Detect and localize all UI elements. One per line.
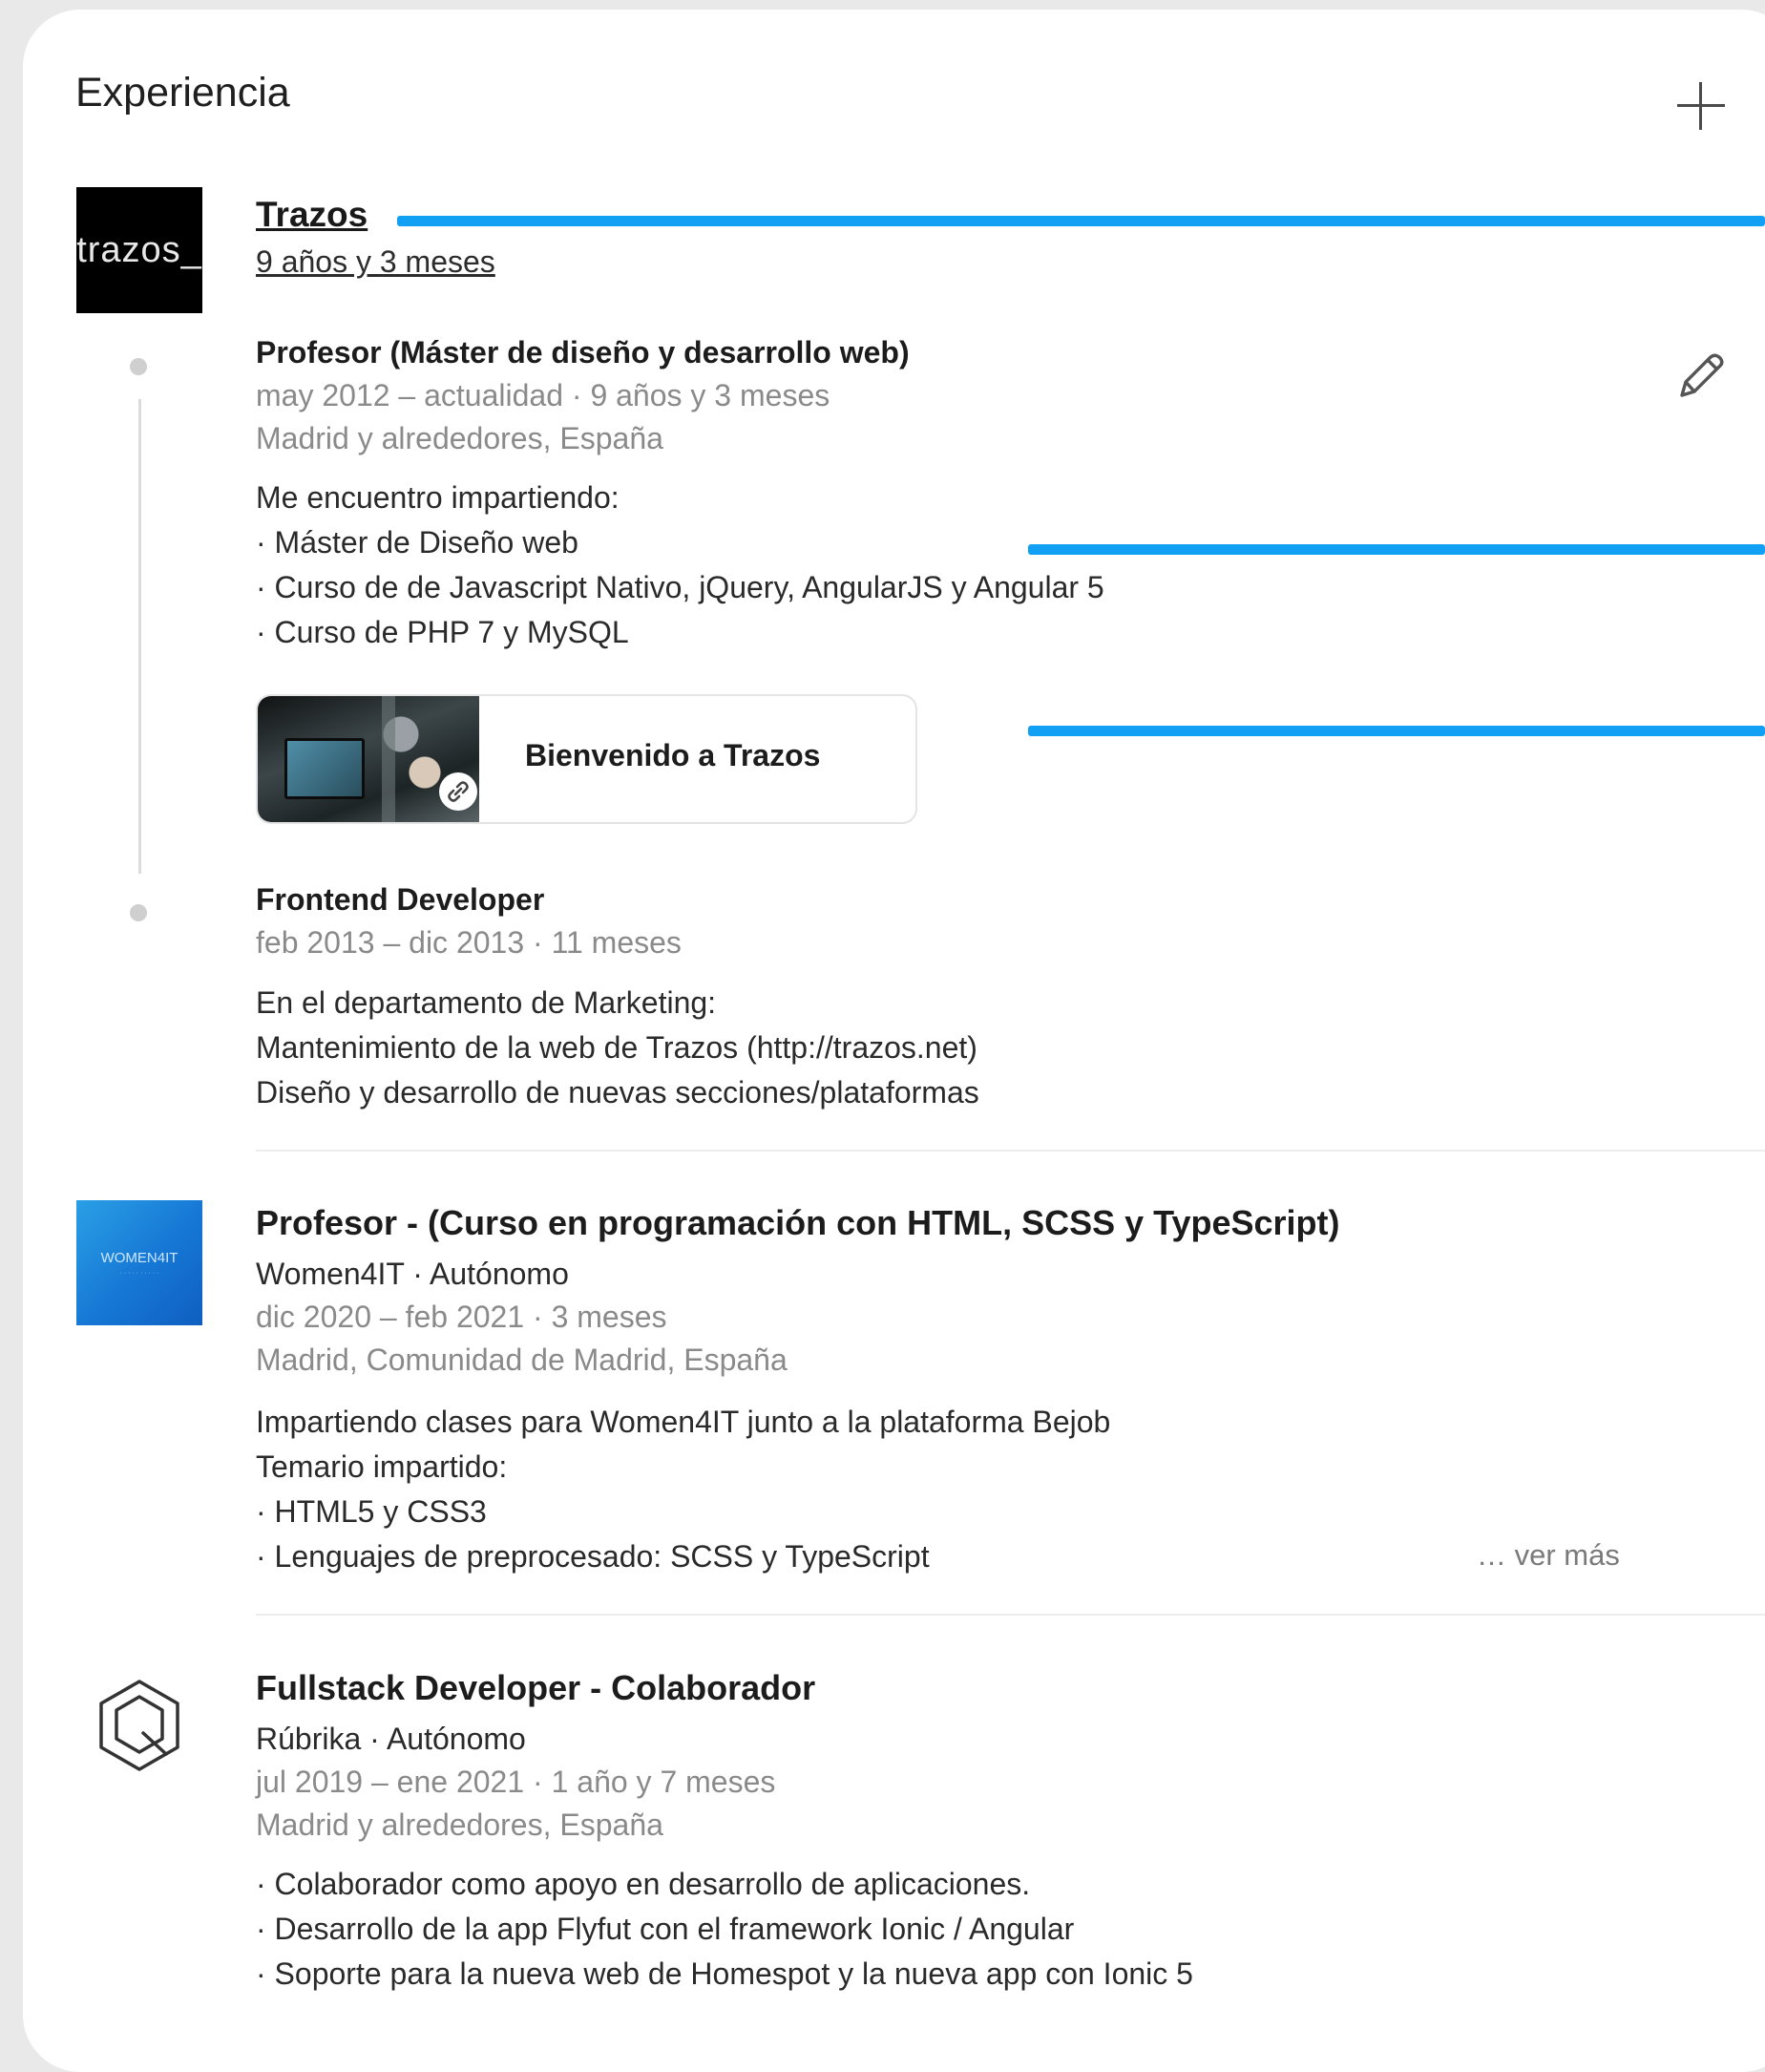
role-dates: dic 2020 – feb 2021 · 3 meses — [256, 1300, 667, 1334]
company-name-trazos[interactable]: Trazos — [256, 193, 368, 237]
divider — [256, 1150, 1765, 1152]
description-line: En el departamento de Marketing: — [256, 985, 717, 1020]
timeline-line — [138, 399, 141, 874]
highlight-bar — [1028, 544, 1765, 555]
description-line: · Soporte para la nueva web de Homespot … — [256, 1956, 1193, 1991]
rubrika-logo[interactable] — [95, 1678, 183, 1773]
role-location: Madrid y alrededores, España — [256, 1808, 663, 1842]
pencil-icon[interactable] — [1672, 349, 1728, 405]
media-title: Bienvenido a Trazos — [525, 738, 821, 772]
media-thumbnail — [258, 696, 479, 822]
role-dates: may 2012 – actualidad · 9 años y 3 meses — [256, 378, 830, 412]
description-line: · Colaborador como apoyo en desarrollo d… — [256, 1867, 1031, 1901]
description-line: Temario impartido: — [256, 1449, 508, 1484]
divider — [256, 1614, 1765, 1616]
description-line: · Desarrollo de la app Flyfut con el fra… — [256, 1912, 1075, 1946]
description-line: · Curso de de Javascript Nativo, jQuery,… — [256, 570, 1104, 604]
description-line: Impartiendo clases para Women4IT junto a… — [256, 1405, 1111, 1439]
description-line: · Máster de Diseño web — [256, 525, 578, 560]
trazos-logo[interactable]: trazos_ — [76, 187, 202, 313]
highlight-bar — [397, 216, 1765, 226]
section-title: Experiencia — [75, 70, 290, 116]
see-more-link[interactable]: … ver más — [1477, 1538, 1620, 1573]
description-line: · HTML5 y CSS3 — [256, 1494, 487, 1529]
timeline-dot — [130, 904, 147, 921]
women4it-logo[interactable]: WOMEN4IT · · · · · · · · · · — [76, 1200, 202, 1325]
company-line[interactable]: Rúbrika · Autónomo — [256, 1719, 526, 1759]
role-location: Madrid y alrededores, España — [256, 421, 663, 455]
description-line: Me encuentro impartiendo: — [256, 480, 620, 515]
description-line: Mantenimiento de la web de Trazos (http:… — [256, 1030, 977, 1065]
role-dates: feb 2013 – dic 2013 · 11 meses — [256, 925, 682, 960]
timeline-dot — [130, 358, 147, 375]
description-line: Diseño y desarrollo de nuevas secciones/… — [256, 1075, 979, 1110]
description-line: · Lenguajes de preprocesado: SCSS y Type… — [256, 1539, 930, 1574]
role-location: Madrid, Comunidad de Madrid, España — [256, 1343, 788, 1377]
role-title: Fullstack Developer - Colaborador — [256, 1668, 816, 1707]
add-experience-button[interactable] — [1675, 80, 1727, 132]
link-icon — [439, 772, 477, 811]
role-dates: jul 2019 – ene 2021 · 1 año y 7 meses — [256, 1765, 776, 1799]
company-line[interactable]: Women4IT · Autónomo — [256, 1254, 569, 1294]
description-line: · Curso de PHP 7 y MySQL — [256, 615, 629, 649]
role-title: Profesor - (Curso en programación con HT… — [256, 1203, 1340, 1242]
highlight-bar — [1028, 726, 1765, 736]
role-title: Profesor (Máster de diseño y desarrollo … — [256, 335, 910, 370]
company-total-duration[interactable]: 9 años y 3 meses — [256, 243, 495, 281]
monitor-graphic — [284, 738, 365, 799]
role-title: Frontend Developer — [256, 882, 545, 917]
media-link-card[interactable]: Bienvenido a Trazos — [256, 694, 917, 824]
